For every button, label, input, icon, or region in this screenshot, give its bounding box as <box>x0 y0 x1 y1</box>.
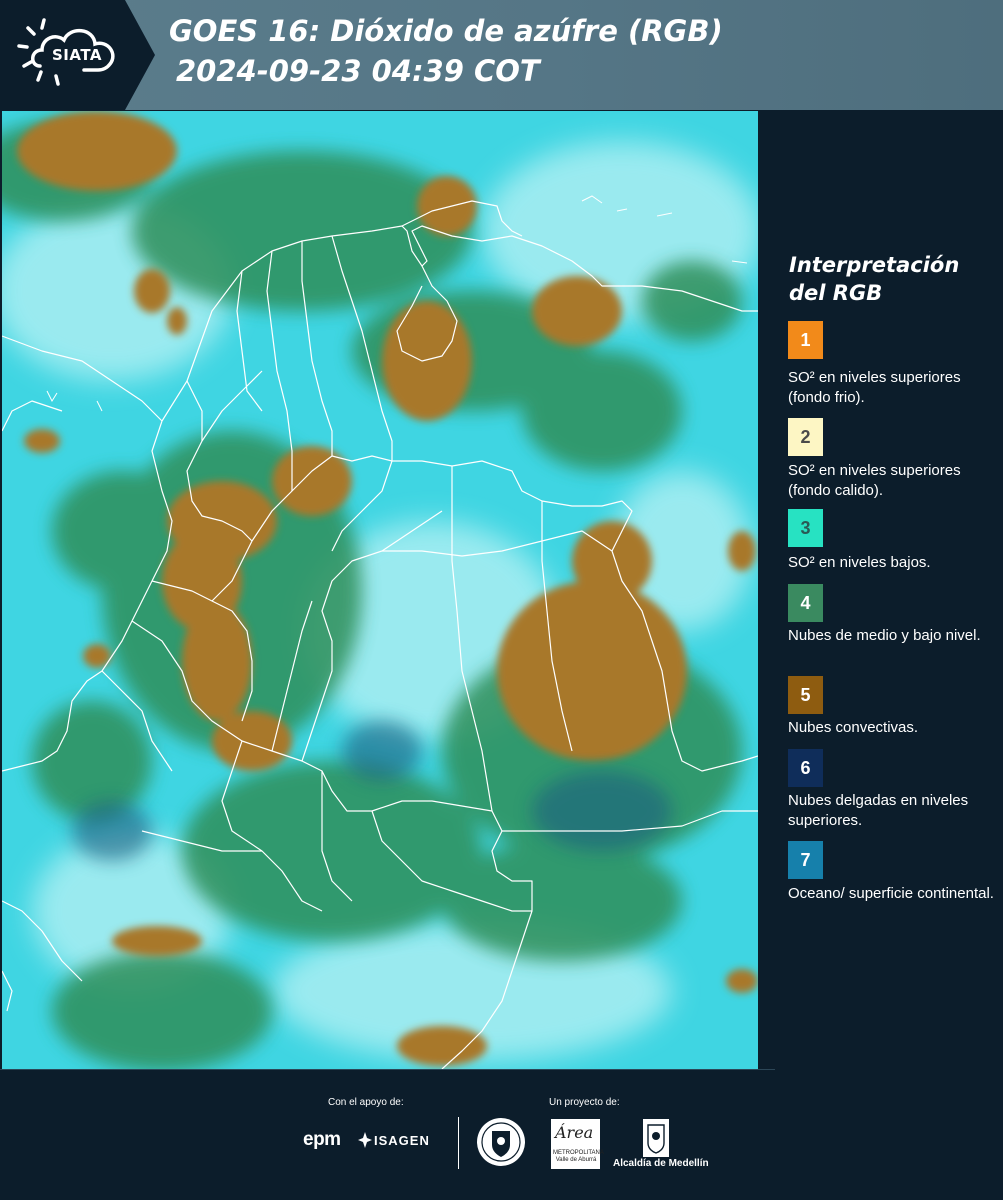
footer-divider-line <box>0 1069 775 1070</box>
legend-item-text-7: Oceano/ superficie continental. <box>788 885 994 902</box>
alcaldia-label: Alcaldía de Medellín <box>613 1158 709 1169</box>
logo-divider <box>458 1117 459 1169</box>
legend-swatch-6: 6 <box>788 749 823 787</box>
area-logo-subtitle: METROPOLITANA Valle de Aburrá <box>553 1150 604 1163</box>
footer: Con el apoyo de: Un proyecto de: epm ISA… <box>0 1069 1003 1200</box>
legend-item-text-6: Nubes delgadas en niveles superiores. <box>788 792 969 829</box>
legend-swatch-4: 4 <box>788 584 823 622</box>
legend-item-text-1: SO² en niveles superiores (fondo frio). <box>788 369 961 406</box>
isagen-mark-icon <box>358 1132 372 1148</box>
legend-item-text-4: Nubes de medio y bajo nivel. <box>788 627 981 644</box>
legend-swatch-1: 1 <box>788 321 823 359</box>
project-label: Un proyecto de: <box>549 1097 620 1108</box>
legend-panel: Interpretación del RGB 1 SO² en niveles … <box>760 111 1003 1069</box>
siata-logo: SIATA <box>0 0 155 110</box>
header: SIATA GOES 16: Dióxido de azúfre (RGB) 2… <box>0 0 1003 110</box>
satellite-image <box>2 111 758 1069</box>
page-title: GOES 16: Dióxido de azúfre (RGB) <box>169 14 723 48</box>
area-metropolitana-logo: Área METROPOLITANA Valle de Aburrá <box>551 1119 604 1169</box>
legend-item-text-5: Nubes convectivas. <box>788 719 919 736</box>
support-label: Con el apoyo de: <box>328 1097 404 1108</box>
legend-item-text-2: SO² en niveles superiores (fondo calido)… <box>788 462 961 499</box>
isagen-logo: ISAGEN <box>374 1133 430 1148</box>
area-logo-script: Área <box>555 1123 594 1142</box>
epm-logo: epm <box>303 1129 341 1150</box>
satellite-map <box>2 111 758 1069</box>
medellin-seal-icon <box>477 1118 525 1166</box>
legend-swatch-2: 2 <box>788 418 823 456</box>
legend-swatch-3: 3 <box>788 509 823 547</box>
alcaldia-shield-icon <box>643 1119 669 1157</box>
legend-swatch-7: 7 <box>788 841 823 879</box>
siata-logo-text: SIATA <box>52 46 103 64</box>
legend-title: Interpretación del RGB <box>789 253 960 305</box>
legend-item-text-3: SO² en niveles bajos. <box>788 554 931 571</box>
page-timestamp: 2024-09-23 04:39 COT <box>176 54 540 88</box>
legend-swatch-5: 5 <box>788 676 823 714</box>
